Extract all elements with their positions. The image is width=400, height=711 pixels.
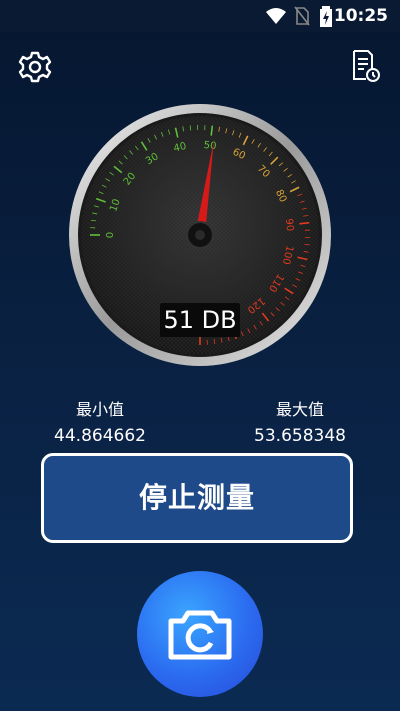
db-readout: 51 DB xyxy=(160,303,240,337)
min-stat: 最小值 44.864662 xyxy=(20,396,180,446)
no-sim-icon xyxy=(294,6,310,26)
min-label: 最小值 xyxy=(75,400,124,419)
min-value: 44.864662 xyxy=(54,426,146,446)
gear-icon xyxy=(18,51,52,83)
scale-label: 90 xyxy=(283,218,295,232)
history-button[interactable] xyxy=(350,49,386,85)
major-tick xyxy=(299,221,310,225)
status-bar: 10:25 xyxy=(0,0,400,32)
battery-charging-icon xyxy=(320,6,332,27)
settings-button[interactable] xyxy=(17,49,53,85)
history-document-icon xyxy=(353,50,380,82)
major-tick xyxy=(210,125,214,136)
stop-measure-button[interactable]: 停止测量 xyxy=(41,453,353,543)
scale-label: 50 xyxy=(203,140,217,152)
max-label: 最大值 xyxy=(275,400,324,419)
scale-label: 0 xyxy=(105,232,116,238)
wifi-icon xyxy=(266,8,286,24)
status-time: 10:25 xyxy=(333,6,388,26)
camera-icon xyxy=(168,610,232,660)
max-stat: 最大值 53.658348 xyxy=(220,396,380,446)
max-value: 53.658348 xyxy=(254,426,346,446)
camera-button[interactable] xyxy=(137,571,263,697)
